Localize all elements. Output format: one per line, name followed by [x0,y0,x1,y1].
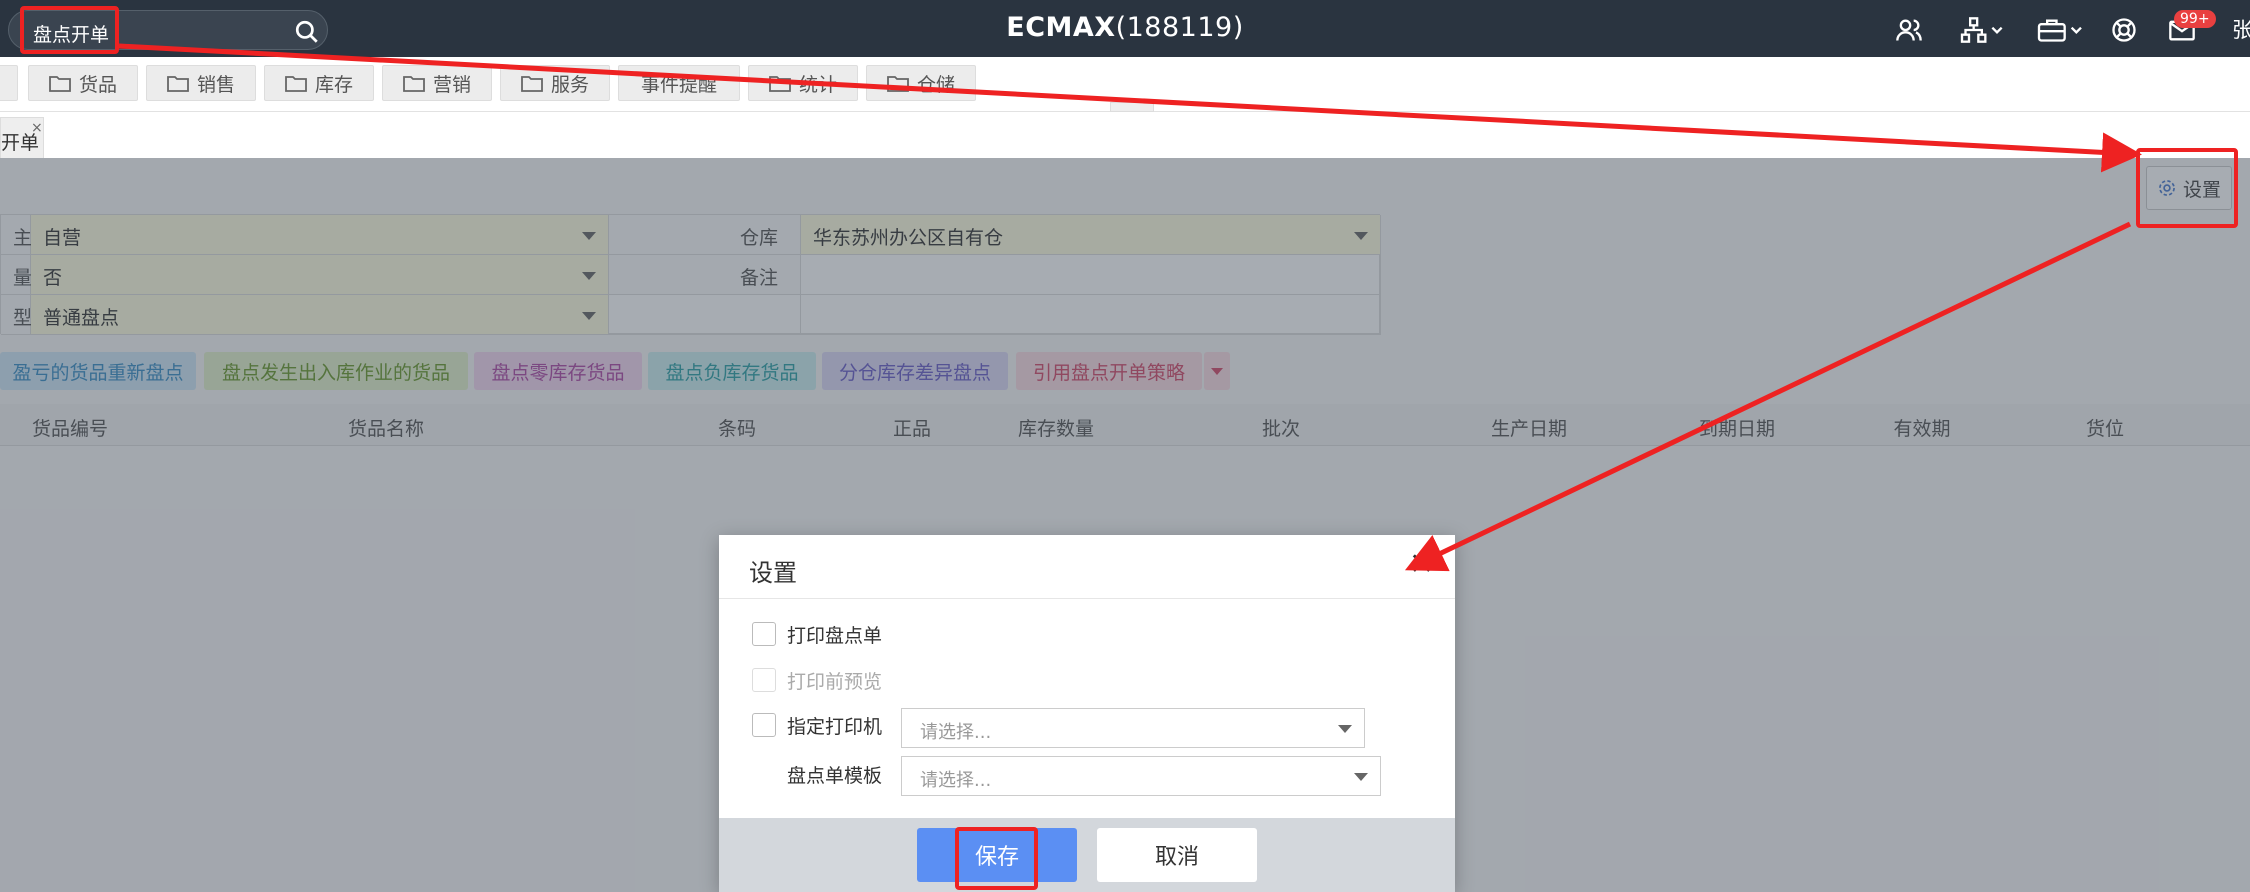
folder-icon [167,76,189,92]
specify-printer-label: 指定打印机 [787,716,883,738]
menu-item-statistics[interactable]: 统计 [748,65,858,101]
tab-stocktake-order[interactable]: 开单 × [0,117,44,158]
top-bar: 盘点开单 ECMAX(188119) 99+ 张 [0,0,2250,57]
menu-item-events[interactable]: 事件提醒 [618,65,740,101]
chevron-down-icon [1354,773,1368,781]
cancel-button[interactable]: 取消 [1097,828,1257,882]
org-chart-icon[interactable] [1958,16,2008,44]
user-name[interactable]: 张 [2232,14,2250,44]
settings-dialog: 设置 ✕ 打印盘点单 打印前预览 指定打印机 请选择... 盘点单模板 请选择.… [719,535,1455,892]
dialog-footer: 保存 取消 [719,818,1455,892]
notification-badge: 99+ [2174,10,2216,28]
menu-item-warehouse[interactable]: 仓储 [866,65,976,101]
tab-close-icon[interactable]: × [31,120,43,136]
menu-item-marketing[interactable]: 营销 [382,65,492,101]
specify-printer-checkbox[interactable] [752,713,776,737]
tab-bar: 开单 × [0,113,2250,158]
folder-icon [769,76,791,92]
annotation-highlight-settings [2136,148,2238,228]
annotation-highlight-search [20,6,119,54]
menu-item-partial[interactable] [0,65,18,101]
print-order-checkbox[interactable] [752,622,776,646]
dialog-divider [719,598,1455,599]
folder-icon [521,76,543,92]
printer-select[interactable]: 请选择... [901,708,1365,748]
print-order-label: 打印盘点单 [787,625,883,647]
folder-icon [285,76,307,92]
folder-icon [403,76,425,92]
menu-item-inventory[interactable]: 库存 [264,65,374,101]
dialog-title: 设置 [749,559,797,587]
folder-icon [887,76,909,92]
menu-item-goods[interactable]: 货品 [28,65,138,101]
template-select[interactable]: 请选择... [901,756,1381,796]
chevron-down-icon [1338,725,1352,733]
users-icon[interactable] [1895,16,1923,44]
collapse-menu-handle[interactable] [1110,102,1154,112]
print-preview-checkbox [752,668,776,692]
folder-icon [49,76,71,92]
menu-item-sales[interactable]: 销售 [146,65,256,101]
briefcase-icon[interactable] [2035,16,2085,44]
close-icon[interactable]: ✕ [1409,547,1434,582]
template-label: 盘点单模板 [787,765,883,787]
menu-item-service[interactable]: 服务 [500,65,610,101]
annotation-highlight-save [955,827,1038,890]
support-icon[interactable] [2110,16,2138,44]
print-preview-label: 打印前预览 [787,671,883,693]
